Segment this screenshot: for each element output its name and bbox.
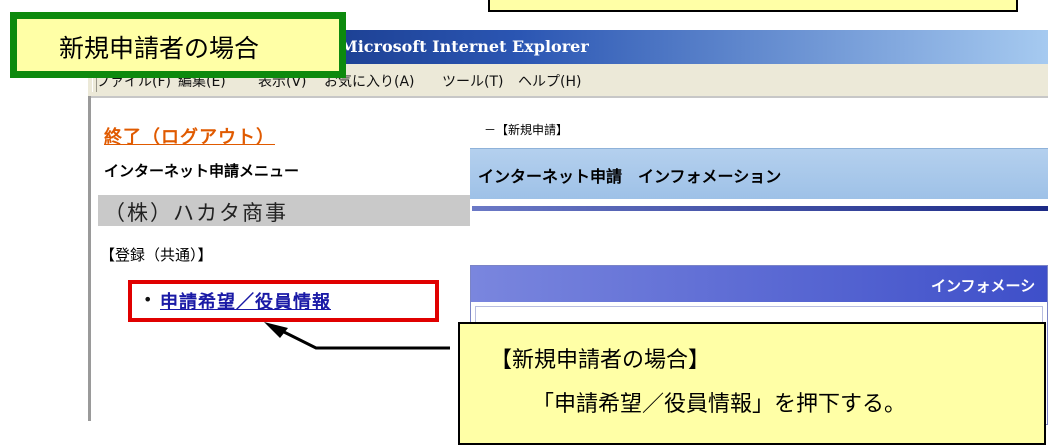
pointer-arrow-icon: [264, 322, 450, 350]
menu-tools[interactable]: ツール(T): [442, 71, 503, 91]
info-title: インターネット申請 インフォメーション: [478, 167, 782, 186]
callout-heading: 【新規申請者の場合】: [490, 348, 711, 373]
info-header-bar: インターネット申請 インフォメーション: [470, 148, 1048, 199]
company-name-bar: （株）ハカタ商事: [98, 195, 470, 226]
breadcrumb: －【新規申請】: [484, 123, 569, 137]
top-callout: [488, 0, 1018, 12]
callout-instruction: 「申請希望／役員情報」を押下する。: [532, 392, 907, 417]
menu-heading: インターネット申請メニュー: [104, 162, 300, 180]
info-panel-header: インフォメーシ: [471, 266, 1047, 302]
bullet-icon: •: [143, 290, 153, 309]
company-name: （株）ハカタ商事: [104, 201, 288, 225]
window-title: Microsoft Internet Explorer: [340, 37, 589, 56]
content-frame-top-edge: [91, 96, 1048, 98]
logout-link[interactable]: 終了（ログアウト）: [104, 123, 275, 149]
application-officer-info-link[interactable]: 申請希望／役員情報: [160, 288, 331, 314]
instruction-callout: 【新規申請者の場合】 「申請希望／役員情報」を押下する。: [458, 322, 1046, 445]
menu-help[interactable]: ヘルプ(H): [518, 71, 581, 91]
info-divider: [472, 206, 1048, 211]
info-panel-title: インフォメーシ: [931, 277, 1036, 295]
new-applicant-label-text: 新規申請者の場合: [59, 34, 260, 63]
section-heading: 【登録（共通）】: [100, 246, 213, 264]
content-frame-left-edge: [88, 96, 91, 421]
new-applicant-label: 新規申請者の場合: [10, 12, 346, 78]
